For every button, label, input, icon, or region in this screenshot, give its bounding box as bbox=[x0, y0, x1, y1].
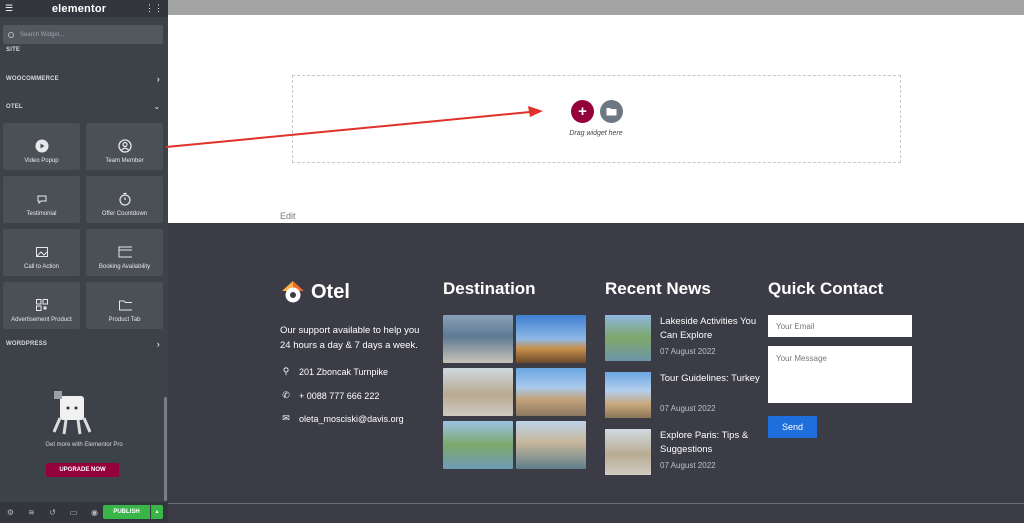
promo-text: Get more with Elementor Pro bbox=[45, 442, 123, 448]
layers-icon[interactable]: ≋ bbox=[21, 508, 42, 517]
elementor-pro-mascot-icon bbox=[52, 391, 92, 435]
widgets-grid-icon[interactable]: ⋮⋮ bbox=[145, 3, 163, 14]
envelope-icon: ✉ bbox=[282, 413, 290, 423]
phone-icon: ✆ bbox=[282, 390, 290, 400]
message-placeholder: Your Message bbox=[776, 354, 827, 363]
widget-label: Advertisement Product bbox=[11, 317, 72, 323]
email-placeholder: Your Email bbox=[776, 321, 815, 331]
chevron-down-icon: ⌄ bbox=[153, 104, 160, 111]
footer-brand-name: Otel bbox=[311, 281, 350, 303]
widget-label: Team Member bbox=[105, 158, 144, 164]
recent-news-heading: Recent News bbox=[605, 279, 711, 298]
search-placeholder: Search Widget... bbox=[20, 31, 65, 38]
category-woocommerce[interactable]: WOOCOMMERCE › bbox=[6, 74, 160, 84]
news-date: 07 August 2022 bbox=[660, 461, 716, 470]
category-label: OTEL bbox=[6, 104, 23, 110]
preview-icon[interactable]: ◉ bbox=[84, 508, 105, 517]
edit-footer-link[interactable]: Edit bbox=[280, 211, 296, 221]
news-title[interactable]: Explore Paris: Tips & Suggestions bbox=[660, 429, 760, 457]
message-field[interactable]: Your Message bbox=[768, 346, 912, 403]
footer-email[interactable]: ✉ oleta_mosciski@davis.org bbox=[280, 413, 404, 424]
elementor-logo: elementor bbox=[51, 2, 107, 15]
widget-team-member[interactable]: Team Member bbox=[86, 123, 163, 170]
footer-about-text: Our support available to help you 24 hou… bbox=[280, 325, 420, 351]
search-widget-input[interactable]: Search Widget... bbox=[3, 25, 163, 44]
panel-scrollbar[interactable] bbox=[164, 397, 167, 501]
send-button[interactable]: Send bbox=[768, 416, 817, 438]
chevron-right-icon: › bbox=[156, 74, 160, 84]
widget-advertisement-product[interactable]: Advertisement Product bbox=[3, 282, 80, 329]
widget-label: Offer Countdown bbox=[101, 211, 148, 217]
search-icon bbox=[8, 31, 14, 38]
history-icon[interactable]: ↺ bbox=[42, 508, 63, 517]
panel-header: ☰ elementor ⋮⋮ bbox=[0, 0, 168, 17]
category-site[interactable]: SITE bbox=[6, 46, 160, 54]
add-section-plus-icon[interactable]: + bbox=[571, 100, 594, 123]
category-label: WOOCOMMERCE bbox=[6, 76, 59, 82]
widget-testimonial[interactable]: Testimonial bbox=[3, 176, 80, 223]
add-template-folder-icon[interactable] bbox=[600, 100, 623, 123]
widget-label: Testimonial bbox=[26, 211, 57, 217]
phone-text: + 0088 777 666 222 bbox=[299, 390, 380, 401]
news-thumbnail[interactable] bbox=[605, 372, 651, 418]
image-icon bbox=[35, 245, 49, 259]
widget-booking-availability[interactable]: Booking Availability bbox=[86, 229, 163, 276]
category-otel[interactable]: OTEL ⌄ bbox=[6, 103, 160, 111]
settings-icon[interactable]: ⚙ bbox=[0, 508, 21, 517]
widget-video-popup[interactable]: Video Popup bbox=[3, 123, 80, 170]
destination-heading: Destination bbox=[443, 279, 536, 298]
chevron-right-icon: › bbox=[156, 339, 160, 349]
stopwatch-icon bbox=[118, 192, 132, 206]
widget-drop-zone[interactable] bbox=[292, 75, 901, 163]
widget-product-tab[interactable]: Product Tab bbox=[86, 282, 163, 329]
drag-widget-hint: Drag widget here bbox=[569, 130, 623, 137]
news-title[interactable]: Lakeside Activities You Can Explore bbox=[660, 315, 760, 343]
widget-call-to-action[interactable]: Call to Action bbox=[3, 229, 80, 276]
email-text: oleta_mosciski@davis.org bbox=[299, 413, 404, 424]
news-thumbnail[interactable] bbox=[605, 429, 651, 475]
destination-image[interactable] bbox=[443, 421, 513, 469]
destination-image[interactable] bbox=[443, 368, 513, 416]
widget-label: Call to Action bbox=[23, 264, 60, 270]
user-circle-icon bbox=[117, 139, 132, 153]
responsive-icon[interactable]: ▭ bbox=[63, 508, 84, 517]
address-text: 201 Zboncak Turnpike bbox=[299, 366, 389, 377]
category-label: WORDPRESS bbox=[6, 341, 48, 347]
publish-options-caret-icon[interactable]: ▲ bbox=[151, 505, 163, 519]
news-date: 07 August 2022 bbox=[660, 347, 716, 356]
chat-icon bbox=[35, 192, 49, 206]
location-pin-icon: ⚲ bbox=[282, 366, 290, 376]
news-title[interactable]: Tour Guidelines: Turkey bbox=[660, 372, 760, 386]
folder-icon bbox=[118, 298, 132, 312]
widget-label: Product Tab bbox=[108, 317, 141, 323]
otel-logo-icon bbox=[282, 281, 304, 303]
destination-image[interactable] bbox=[516, 368, 586, 416]
destination-image[interactable] bbox=[516, 315, 586, 363]
destination-image[interactable] bbox=[516, 421, 586, 469]
email-field[interactable]: Your Email bbox=[768, 315, 912, 337]
footer-address: ⚲ 201 Zboncak Turnpike bbox=[280, 366, 388, 377]
qr-icon bbox=[35, 298, 49, 312]
widget-label: Booking Availability bbox=[98, 264, 151, 270]
elementor-panel: ☰ elementor ⋮⋮ Search Widget... SITE WOO… bbox=[0, 0, 168, 523]
footer-phone[interactable]: ✆ + 0088 777 666 222 bbox=[280, 390, 379, 401]
upgrade-now-button[interactable]: UPGRADE NOW bbox=[46, 463, 119, 477]
category-label: SITE bbox=[6, 47, 21, 53]
play-circle-icon bbox=[35, 139, 49, 153]
publish-button[interactable]: PUBLISH bbox=[103, 505, 150, 519]
destination-image[interactable] bbox=[443, 315, 513, 363]
news-thumbnail[interactable] bbox=[605, 315, 651, 361]
widget-offer-countdown[interactable]: Offer Countdown bbox=[86, 176, 163, 223]
window-icon bbox=[118, 245, 132, 259]
footer-divider bbox=[168, 503, 1024, 504]
quick-contact-heading: Quick Contact bbox=[768, 279, 884, 298]
news-date: 07 August 2022 bbox=[660, 404, 716, 413]
hamburger-menu-icon[interactable]: ☰ bbox=[5, 3, 13, 14]
category-wordpress[interactable]: WORDPRESS › bbox=[6, 339, 160, 349]
widget-label: Video Popup bbox=[24, 158, 59, 164]
